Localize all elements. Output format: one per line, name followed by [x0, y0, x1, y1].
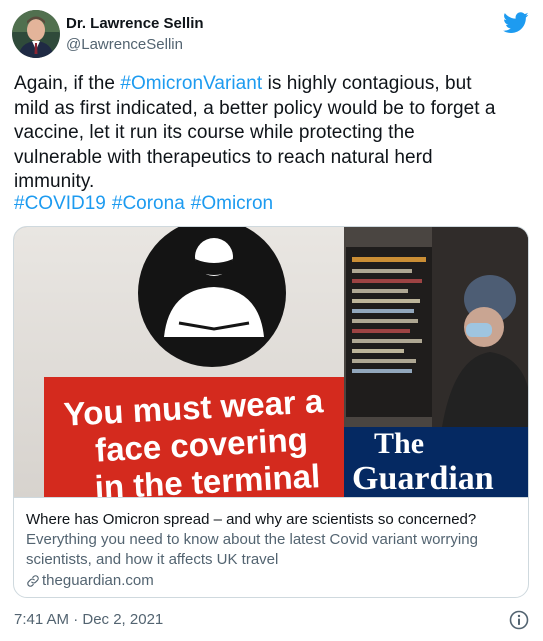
tweet-line-5: immunity.: [14, 171, 95, 192]
tweet-text-segment: is highly contagious, but: [262, 73, 472, 94]
twitter-bird-icon[interactable]: [503, 12, 529, 34]
guardian-logo-line-2: Guardian: [352, 460, 494, 497]
info-icon[interactable]: [509, 610, 529, 630]
avatar[interactable]: [12, 10, 60, 58]
card-domain-text: theguardian.com: [42, 572, 154, 589]
tweet-line-3: vaccine, let it run its course while pro…: [14, 122, 415, 143]
tweet-line-4: vulnerable with therapeutics to reach na…: [14, 146, 433, 168]
card-description-line-1: Everything you need to know about the la…: [26, 531, 478, 548]
card-body[interactable]: Where has Omicron spread – and why are s…: [14, 497, 528, 597]
author-name[interactable]: Dr. Lawrence Sellin: [66, 15, 204, 32]
card-description: Everything you need to know about the la…: [26, 530, 518, 570]
hashtag-covid19[interactable]: #COVID19: [14, 193, 106, 214]
card-title[interactable]: Where has Omicron spread – and why are s…: [26, 510, 518, 529]
hashtag-list: #COVID19 #Corona #Omicron: [14, 192, 279, 216]
card-image[interactable]: You must wear a face covering in the ter…: [14, 227, 528, 506]
hashtag-omicron[interactable]: #Omicron: [191, 193, 273, 214]
hashtag-corona[interactable]: #Corona: [112, 193, 185, 214]
hashtag-omicronvariant[interactable]: #OmicronVariant: [120, 73, 262, 94]
card-description-line-2: scientists, and how it affects UK travel: [26, 551, 279, 568]
link-card[interactable]: You must wear a face covering in the ter…: [13, 226, 529, 598]
tweet: Dr. Lawrence Sellin @LawrenceSellin Agai…: [0, 0, 543, 641]
tweet-timestamp[interactable]: 7:41 AM · Dec 2, 2021: [14, 611, 163, 628]
tweet-text: Again, if the #OmicronVariant is highly …: [14, 72, 534, 195]
tweet-text-segment: Again, if the: [14, 73, 121, 94]
tweet-line-1: Again, if the #OmicronVariant is highly …: [14, 72, 534, 97]
link-icon: [27, 575, 39, 587]
tweet-line-2: mild as first indicated, a better policy…: [14, 97, 496, 119]
guardian-logo-line-1: The: [374, 427, 424, 460]
author-handle[interactable]: @LawrenceSellin: [66, 36, 183, 53]
card-domain[interactable]: theguardian.com: [26, 571, 518, 591]
